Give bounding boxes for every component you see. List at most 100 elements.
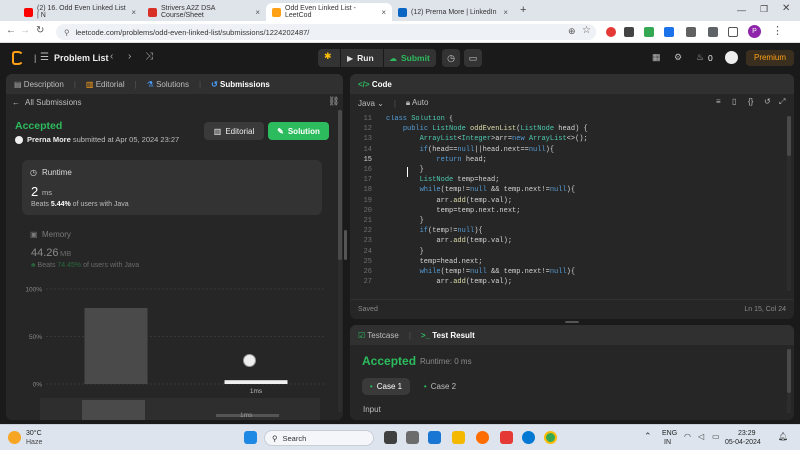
run-button[interactable]: ▶ Run	[341, 49, 383, 67]
file-explorer-icon[interactable]	[452, 431, 465, 444]
windows-start-icon[interactable]	[244, 431, 257, 444]
streak-fire-icon[interactable]: ♨	[696, 52, 704, 63]
code-line[interactable]: 13 ArrayList<Integer>arr=new ArrayList<>…	[350, 135, 780, 145]
chrome-menu-icon[interactable]: ⋮	[772, 24, 783, 37]
browser-tab-striver[interactable]: Strivers A2Z DSA Course/Sheet ×	[142, 3, 266, 21]
submit-button[interactable]: ☁ Submit	[384, 49, 436, 67]
code-line[interactable]: 17 ListNode temp=head;	[350, 176, 780, 186]
extension-icon[interactable]	[686, 27, 696, 37]
code-line[interactable]: 16 }	[350, 166, 780, 176]
solution-button[interactable]: ✎ Solution	[268, 122, 329, 140]
tab-testcase[interactable]: ☑ Testcase	[358, 331, 399, 340]
debug-button[interactable]: ✱	[318, 49, 340, 67]
test-scrollbar-track[interactable]	[787, 349, 791, 413]
tab-solutions[interactable]: ⚗ Solutions	[147, 80, 189, 89]
layout-grid-icon[interactable]: ▦	[652, 52, 661, 63]
battery-icon[interactable]: ▭	[712, 432, 720, 441]
editorial-button[interactable]: ▥ Editorial	[204, 122, 264, 140]
extension-icon[interactable]	[624, 27, 634, 37]
left-scrollbar-thumb[interactable]	[338, 110, 342, 260]
firefox-icon[interactable]	[476, 431, 489, 444]
tab-description[interactable]: ▤ Description	[14, 80, 64, 89]
memory-card[interactable]: ▣ Memory 44.26 MB ♣ Beats 74.45% of user…	[22, 224, 322, 274]
code-line[interactable]: 19 arr.add(temp.val);	[350, 197, 780, 207]
back-icon[interactable]: ←	[6, 25, 16, 36]
code-line[interactable]: 22 if(temp!=null){	[350, 227, 780, 237]
code-line[interactable]: 11 class Solution {	[350, 115, 780, 125]
store-icon[interactable]	[428, 431, 441, 444]
user-avatar[interactable]	[725, 51, 738, 64]
settings-gear-icon[interactable]: ⚙	[674, 52, 682, 63]
extension-icon[interactable]	[664, 27, 674, 37]
code-line[interactable]: 18 while(temp!=null && temp.next!=null){	[350, 186, 780, 196]
horizontal-resize-handle[interactable]	[565, 321, 579, 323]
close-icon[interactable]: ×	[131, 8, 136, 17]
language-indicator[interactable]: ENG	[662, 430, 677, 437]
braces-icon[interactable]: {}	[748, 97, 753, 106]
extension-icon[interactable]	[606, 27, 616, 37]
code-line[interactable]: 27 arr.add(temp.val);	[350, 278, 780, 288]
bookmark-icon[interactable]: ▯	[732, 97, 736, 106]
code-scrollbar-thumb[interactable]	[787, 116, 791, 156]
code-line[interactable]: 21 }	[350, 217, 780, 227]
fullscreen-icon[interactable]: ⤢	[779, 97, 785, 107]
maximize-icon[interactable]: ❐	[760, 4, 768, 15]
window-close-icon[interactable]: ✕	[782, 3, 790, 14]
browser-tab-youtube[interactable]: (2) 16. Odd Even Linked List | N ×	[18, 3, 142, 21]
tab-test-result[interactable]: >_ Test Result	[421, 331, 475, 340]
tray-chevron-icon[interactable]: ⌃	[644, 431, 652, 442]
link-icon[interactable]: ⛓	[328, 96, 339, 107]
notification-bell-icon[interactable]: 🔔︎	[778, 432, 788, 441]
reset-icon[interactable]: ↺	[764, 97, 771, 106]
format-icon[interactable]: ≡	[716, 97, 721, 106]
side-panel-icon[interactable]	[728, 27, 738, 37]
runtime-card[interactable]: ◷ Runtime 2 ms Beats 5.44% of users with…	[22, 160, 322, 215]
notes-icon[interactable]: ▭	[464, 49, 482, 67]
extensions-puzzle-icon[interactable]	[708, 27, 718, 37]
case-2-tab[interactable]: • Case 2	[416, 378, 464, 395]
minimize-icon[interactable]: —	[737, 5, 746, 15]
problem-list-link[interactable]: Problem List	[54, 53, 109, 63]
browser-tab-leetcode[interactable]: Odd Even Linked List - LeetCod ×	[266, 3, 392, 21]
browser-tab-linkedin[interactable]: (12) Prerna More | LinkedIn ×	[392, 3, 514, 21]
case-1-tab[interactable]: • Case 1	[362, 378, 410, 395]
code-line[interactable]: 12 public ListNode oddEvenList(ListNode …	[350, 125, 780, 135]
url-bar[interactable]: ⚲ leetcode.com/problems/odd-even-linked-…	[56, 24, 596, 40]
tab-editorial[interactable]: ▥ Editorial	[86, 80, 125, 89]
your-submission-avatar[interactable]	[243, 354, 256, 367]
code-tab[interactable]: </> Code	[358, 80, 392, 89]
test-scrollbar-thumb[interactable]	[787, 349, 791, 393]
edge-icon[interactable]	[522, 431, 535, 444]
chart-bar[interactable]	[84, 308, 148, 384]
task-view-icon[interactable]	[384, 431, 397, 444]
close-icon[interactable]: ×	[503, 8, 508, 17]
next-problem-icon[interactable]: ›	[128, 51, 131, 62]
new-tab-button[interactable]: +	[520, 4, 526, 16]
wifi-icon[interactable]: ◠	[684, 432, 691, 441]
volume-icon[interactable]: ◁	[698, 432, 704, 441]
site-info-icon[interactable]: ⚲	[64, 28, 70, 37]
code-line[interactable]: 25 temp=head.next;	[350, 258, 780, 268]
code-scrollbar-track[interactable]	[787, 116, 791, 291]
tab-submissions[interactable]: ↺ Submissions	[211, 80, 270, 89]
code-line[interactable]: 20 temp=temp.next.next;	[350, 207, 780, 217]
auto-mode[interactable]: 🔒︎ Auto	[406, 98, 429, 108]
forward-icon[interactable]: →	[20, 25, 30, 36]
code-line[interactable]: 14 if(head==null||head.next==null){	[350, 146, 780, 156]
code-line[interactable]: 23 arr.add(temp.val);	[350, 237, 780, 247]
timer-icon[interactable]: ◷	[442, 49, 460, 67]
premium-button[interactable]: Premium	[746, 50, 794, 66]
chart-bar[interactable]	[224, 380, 288, 384]
extension-icon[interactable]	[644, 27, 654, 37]
taskbar-search[interactable]: ⚲ Search	[264, 430, 374, 446]
code-line[interactable]: 15 return head;	[350, 156, 780, 166]
zoom-icon[interactable]: ⊕	[568, 26, 576, 37]
all-submissions-link[interactable]: ← All Submissions	[6, 94, 343, 110]
code-line[interactable]: 24 }	[350, 248, 780, 258]
language-select[interactable]: Java ⌄	[358, 99, 384, 108]
close-icon[interactable]: ×	[381, 8, 386, 17]
leetcode-logo-icon[interactable]	[12, 51, 24, 65]
bookmark-star-icon[interactable]: ☆	[582, 25, 591, 36]
panel-resize-handle[interactable]	[344, 230, 347, 260]
app-icon[interactable]	[500, 431, 513, 444]
